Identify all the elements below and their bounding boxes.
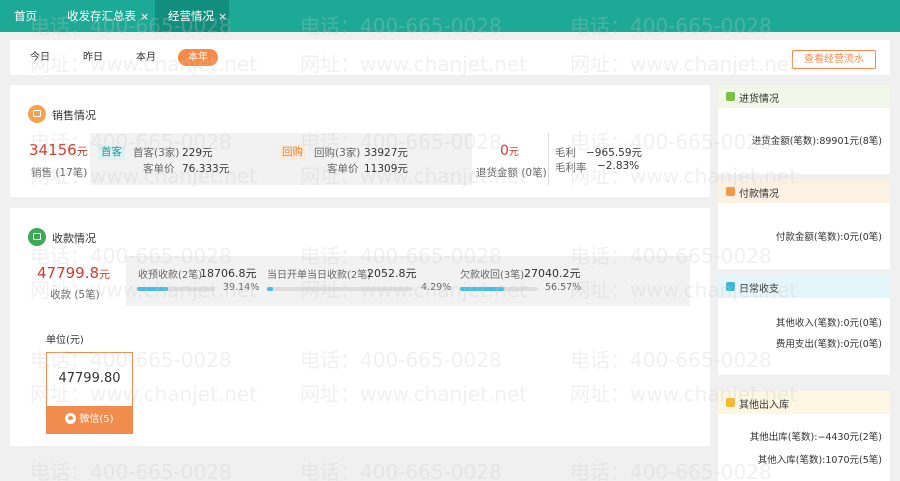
close-icon[interactable]: ×	[140, 10, 149, 23]
first-avg-value: 76.333元	[182, 163, 230, 175]
repeat-customer-value: 33927元	[364, 147, 408, 159]
daily-header: 日常收支	[718, 275, 890, 298]
unit-label: 单位(元)	[46, 335, 84, 346]
margin-label: 毛利率	[555, 162, 587, 174]
wechat-icon	[65, 413, 77, 424]
box-icon	[726, 398, 735, 407]
other-inbound: 其他入库(笔数):1070元(5笔)	[757, 455, 882, 466]
profit-label: 毛利	[555, 147, 576, 159]
sales-amount: 34156元	[29, 141, 88, 159]
view-flow-button[interactable]: 查看经营流水	[792, 50, 876, 69]
payment-amount: 付款金额(笔数):0元(0笔)	[775, 232, 882, 243]
tab-business-overview[interactable]: 经营情况 ×	[155, 0, 229, 32]
period-year[interactable]: 本年	[178, 49, 218, 66]
receipt-amount-value: 47799.8	[37, 264, 100, 282]
advance-value: 18706.8元	[200, 267, 257, 280]
first-customer-label: 首客(3家)	[133, 147, 180, 159]
payment-header: 付款情况	[718, 180, 890, 203]
expense: 费用支出(笔数):0元(0笔)	[775, 339, 882, 350]
advance-progress-fill	[137, 287, 168, 291]
tab-inventory-summary-label: 收发存汇总表	[67, 9, 136, 23]
return-amount-unit: 元	[508, 147, 519, 158]
stock-panel[interactable]: 其他出入库 其他出库(笔数):−4430元(2笔) 其他入库(笔数):1070元…	[718, 391, 890, 481]
purchase-header: 进货情况	[718, 85, 890, 108]
sales-amount-value: 34156	[29, 141, 77, 159]
cart-icon	[726, 92, 735, 101]
purchase-title: 进货情况	[739, 94, 779, 105]
payment-method-value: 47799.80	[58, 371, 121, 386]
repeat-customer-tag: 回购	[279, 145, 306, 160]
other-outbound: 其他出库(笔数):−4430元(2笔)	[749, 432, 882, 443]
receipt-breakdown	[126, 256, 690, 306]
receipt-amount-unit: 元	[99, 268, 111, 281]
collected-label: 欠款收回(3笔)	[460, 270, 525, 281]
collected-percent: 56.57%	[545, 282, 582, 293]
period-month[interactable]: 本月	[136, 49, 156, 66]
period-today[interactable]: 今日	[30, 49, 50, 66]
sameday-value: 2052.8元	[367, 267, 417, 280]
money-icon	[28, 228, 46, 246]
tab-home[interactable]: 首页	[14, 0, 37, 32]
daily-panel[interactable]: 日常收支 其他收入(笔数):0元(0笔) 费用支出(笔数):0元(0笔)	[718, 275, 890, 375]
payment-method-footer: 微信(5)	[46, 406, 133, 434]
watermark: 电话：400-665-0028	[300, 460, 502, 481]
tab-home-label: 首页	[14, 9, 37, 23]
payment-icon	[726, 187, 735, 196]
sales-count: 销售 (17笔)	[31, 167, 88, 179]
sameday-label: 当日开单当日收款(2笔)	[267, 270, 372, 281]
sales-card: 销售情况 34156元 销售 (17笔) 首客 首客(3家) 229元 客单价 …	[10, 85, 710, 197]
purchase-amount: 进货金额(笔数):89901元(8笔)	[751, 136, 882, 147]
sameday-percent: 4.29%	[421, 282, 452, 293]
return-amount: 0元	[500, 143, 519, 159]
collected-progress-fill	[460, 287, 505, 291]
payment-method-label: 微信(5)	[79, 414, 114, 425]
margin-value: −2.83%	[597, 160, 640, 172]
receipt-amount: 47799.8元	[37, 264, 110, 282]
return-label: 退货金额 (0笔)	[476, 167, 547, 179]
receipt-title: 收款情况	[52, 232, 96, 245]
first-customer-value: 229元	[182, 147, 213, 159]
collected-progress	[460, 287, 538, 291]
sameday-progress	[267, 287, 413, 291]
period-yesterday[interactable]: 昨日	[83, 49, 103, 66]
repeat-customer-label: 回购(3家)	[314, 147, 361, 159]
divider	[548, 133, 549, 185]
cart-icon	[28, 105, 46, 123]
advance-label: 收预收款(2笔)	[138, 270, 203, 281]
advance-progress	[137, 287, 215, 291]
tab-inventory-summary[interactable]: 收发存汇总表 ×	[67, 0, 149, 32]
other-income: 其他收入(笔数):0元(0笔)	[775, 318, 882, 329]
stock-header: 其他出入库	[718, 391, 890, 414]
period-bar: 今日 昨日 本月 本年 查看经营流水	[10, 40, 890, 75]
stock-title: 其他出入库	[739, 400, 789, 411]
sameday-progress-fill	[267, 287, 274, 291]
repeat-avg-label: 客单价	[327, 163, 359, 175]
sales-title: 销售情况	[52, 109, 96, 122]
daily-title: 日常收支	[739, 284, 779, 295]
profit-value: −965.59元	[586, 147, 643, 159]
first-avg-label: 客单价	[143, 163, 175, 175]
receipt-count: 收款 (5笔)	[50, 289, 100, 301]
payment-title: 付款情况	[739, 189, 779, 200]
purchase-panel[interactable]: 进货情况 进货金额(笔数):89901元(8笔)	[718, 85, 890, 174]
payment-panel[interactable]: 付款情况 付款金额(笔数):0元(0笔)	[718, 180, 890, 269]
repeat-avg-value: 11309元	[364, 163, 408, 175]
collected-value: 27040.2元	[524, 267, 581, 280]
tab-bar: 首页 收发存汇总表 × 经营情况 ×	[0, 0, 900, 32]
wallet-icon	[726, 282, 735, 291]
return-amount-value: 0	[500, 143, 509, 159]
payment-method-card[interactable]: 47799.80 微信(5)	[46, 352, 133, 434]
sales-amount-unit: 元	[76, 145, 88, 158]
tab-business-overview-label: 经营情况	[168, 9, 214, 23]
watermark: 电话：400-665-0028	[30, 460, 232, 481]
advance-percent: 39.14%	[223, 282, 260, 293]
first-customer-tag: 首客	[98, 145, 125, 160]
close-icon[interactable]: ×	[218, 10, 227, 23]
